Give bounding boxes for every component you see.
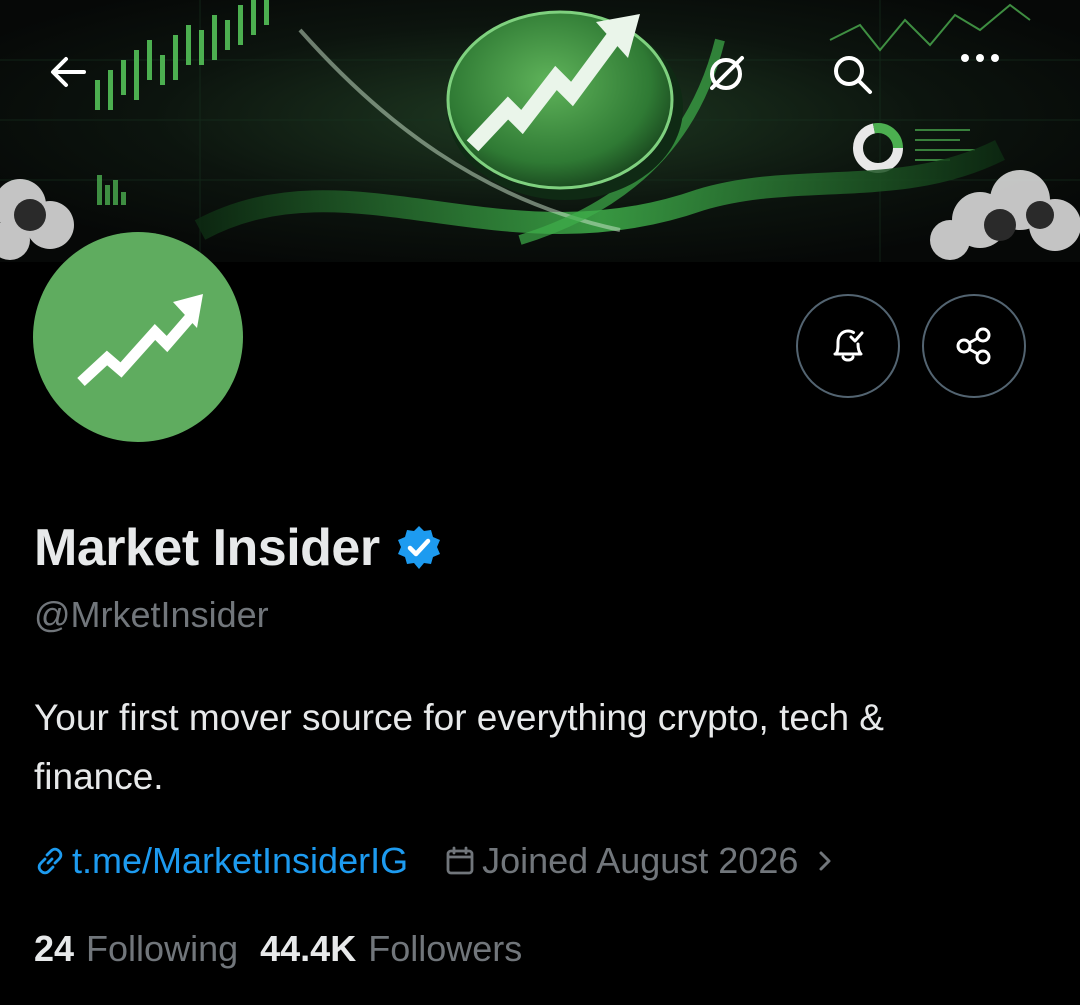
profile-link[interactable]: t.me/MarketInsiderIG [34, 840, 408, 882]
search-icon [834, 56, 872, 94]
more-button[interactable] [958, 52, 1030, 124]
share-button[interactable] [922, 294, 1026, 398]
followers-stat[interactable]: 44.4K Followers [260, 928, 522, 970]
more-horizontal-icon [961, 54, 999, 62]
avatar-image [33, 232, 243, 442]
profile-bio: Your first mover source for everything c… [34, 697, 884, 797]
joined-date: Joined August 2026 [444, 840, 798, 882]
follow-stats: 24 Following 44.4K Followers [34, 926, 522, 972]
search-button[interactable] [830, 52, 902, 124]
verified-badge-icon[interactable] [394, 523, 444, 573]
link-icon [37, 847, 63, 875]
followers-label: Followers [368, 928, 523, 969]
trending-up-arrow-icon [77, 294, 203, 387]
followers-count: 44.4K [260, 928, 357, 969]
banner-artwork [0, 0, 1080, 262]
profile-banner[interactable] [0, 0, 1080, 262]
following-stat[interactable]: 24 Following [34, 928, 238, 970]
user-handle: @MrketInsider [34, 594, 269, 635]
expand-details-button[interactable] [816, 847, 834, 875]
grok-icon [710, 56, 744, 90]
profile-meta-row: t.me/MarketInsiderIG Joined August 2026 [34, 838, 834, 884]
following-count: 24 [34, 928, 75, 969]
chevron-right-icon [819, 851, 831, 871]
back-button[interactable] [48, 52, 120, 124]
arrow-left-icon [51, 57, 86, 87]
notifications-button[interactable] [796, 294, 900, 398]
calendar-icon [446, 846, 474, 875]
following-label: Following [86, 928, 239, 969]
bell-check-icon [833, 329, 864, 362]
joined-date-text: Joined August 2026 [482, 840, 799, 881]
display-name: Market Insider [34, 519, 380, 577]
profile-link-text: t.me/MarketInsiderIG [72, 840, 409, 881]
grok-button[interactable] [704, 52, 776, 124]
display-name-row: Market Insider [34, 515, 444, 581]
avatar[interactable] [33, 232, 243, 442]
share-icon [956, 327, 991, 365]
